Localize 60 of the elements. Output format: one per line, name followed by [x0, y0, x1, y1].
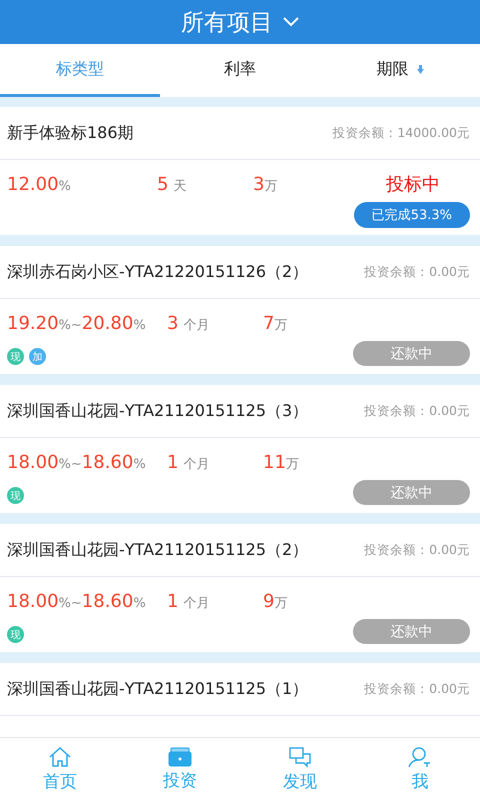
rate-unit: % — [133, 318, 146, 333]
amount-unit: 万 — [264, 179, 278, 194]
rate-value: 12.00 — [7, 174, 59, 195]
rate-unit: % — [58, 318, 71, 333]
rate-unit: ~ — [70, 457, 82, 472]
tag-badge: 加 — [29, 348, 46, 365]
rate-value: 18.00 — [7, 591, 59, 612]
balance-text: 投资余额：0.00元 — [364, 264, 470, 280]
rate-unit: % — [58, 457, 71, 472]
project-card[interactable]: 新手体验标186期 投资余额：14000.00元 12.00% 5 天 3万 投标中 已完成53.3% — [0, 107, 480, 235]
project-card[interactable]: 深圳国香山花园-YTA21120151125（3） 投资余额：0.00元 18.00%~18.60% 1 个月 11万 现 还款中 — [0, 385, 480, 513]
amount-unit: 万 — [274, 596, 288, 611]
project-title: 深圳国香山花园-YTA21120151125（3） — [7, 400, 308, 422]
amount-value: 7 — [263, 313, 274, 334]
rate-unit: ~ — [70, 318, 82, 333]
nav-tab[interactable]: 投资 — [120, 738, 240, 800]
term-value: 1 — [167, 452, 178, 473]
amount-value: 3 — [253, 174, 264, 195]
term-unit: 个月 — [184, 318, 210, 333]
nav-tab[interactable]: 发现 — [240, 738, 360, 800]
rate-unit: ~ — [70, 596, 82, 611]
balance-text: 投资余额：14000.00元 — [332, 124, 470, 142]
term-value: 1 — [167, 591, 178, 612]
tag-badge: 现 — [7, 487, 24, 504]
project-title: 深圳国香山花园-YTA21120151125（1） — [7, 678, 308, 700]
project-card[interactable]: 深圳赤石岗小区-YTA21220151126（2） 投资余额：0.00元 19.20%~20.80% 3 个月 7万 现 加 还款中 — [0, 246, 480, 374]
chevron-down-icon[interactable] — [283, 17, 299, 27]
term-unit: 天 — [174, 179, 187, 194]
amount-value: 11 — [263, 452, 286, 473]
rate-unit: % — [58, 179, 71, 194]
term-value: 5 — [157, 174, 168, 195]
project-card[interactable]: 深圳国香山花园-YTA21120151125（2） 投资余额：0.00元 18.00%~18.60% 1 个月 9万 现 还款中 — [0, 524, 480, 652]
rate-value: 20.80 — [82, 313, 134, 334]
rate-value: 18.60 — [82, 452, 134, 473]
project-title: 深圳赤石岗小区-YTA21220151126（2） — [7, 262, 308, 282]
term-value: 3 — [167, 313, 178, 334]
nav-tab[interactable]: 首页 — [0, 738, 120, 800]
rate-unit: % — [133, 457, 146, 472]
rate-value: 19.20 — [7, 313, 59, 334]
project-card[interactable]: 深圳国香山花园-YTA21120151125（1） 投资余额：0.00元 — [0, 663, 480, 737]
term-unit: 个月 — [184, 596, 210, 611]
term-unit: 个月 — [184, 457, 210, 472]
tag-badge: 现 — [7, 626, 24, 643]
rate-unit: % — [58, 596, 71, 611]
project-title: 新手体验标186期 — [7, 122, 134, 144]
rate-value: 18.00 — [7, 452, 59, 473]
amount-unit: 万 — [274, 318, 288, 333]
balance-text: 投资余额：0.00元 — [364, 680, 470, 698]
amount-unit: 万 — [286, 457, 299, 472]
amount-value: 9 — [263, 591, 274, 612]
header-title: 所有项目 — [181, 8, 273, 38]
rate-value: 18.60 — [82, 591, 134, 612]
project-title: 深圳国香山花园-YTA21120151125（2） — [7, 540, 308, 560]
balance-text: 投资余额：0.00元 — [364, 542, 470, 558]
status-text: 投标中 — [386, 173, 440, 196]
progress-badge: 已完成53.3% — [354, 202, 470, 228]
tag-badge: 现 — [7, 348, 24, 365]
balance-text: 投资余额：0.00元 — [364, 402, 470, 420]
nav-tab[interactable]: 我 — [360, 738, 480, 800]
rate-unit: % — [133, 596, 146, 611]
